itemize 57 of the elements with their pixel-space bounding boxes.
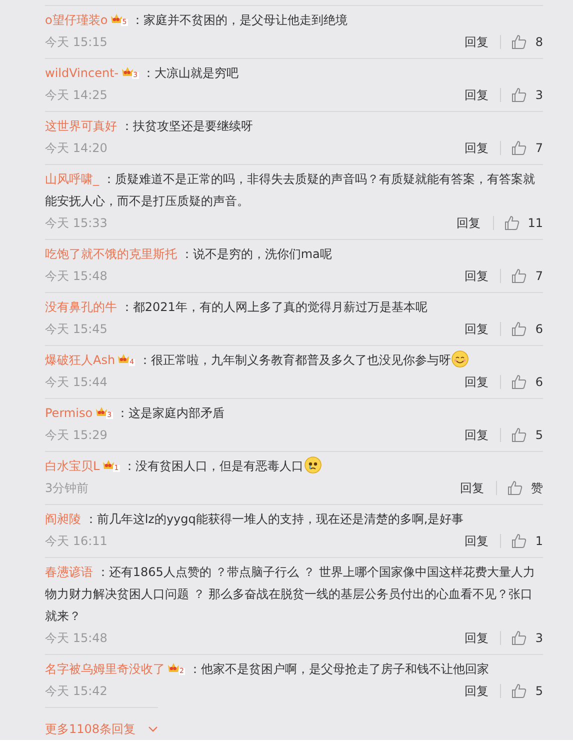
comment-time: 今天 15:48 — [45, 630, 108, 647]
comment-text: 没有鼻孔的牛 ：都2021年，有的人网上多了真的觉得月薪过万是基本呢 — [45, 299, 428, 316]
comment-text: 这世界可真好 ：扶贫攻坚还是要继续呀 — [45, 118, 254, 135]
like-button[interactable]: 1 — [511, 530, 543, 552]
like-button[interactable]: 赞 — [507, 477, 543, 499]
comment-time: 今天 15:45 — [45, 321, 108, 338]
like-button[interactable]: 3 — [511, 84, 543, 106]
comment-time: 3分钟前 — [45, 480, 89, 497]
thumbs-up-icon — [511, 374, 528, 390]
thumbs-up-icon — [504, 215, 520, 231]
comment-time: 今天 15:44 — [45, 374, 108, 391]
reply-link[interactable]: 回复 — [464, 530, 488, 552]
thumbs-up-icon — [511, 533, 528, 549]
comment-text: 阎昶陵 ：前几年这lz的yygq能获得一堆人的支持，现在还是清楚的多啊,是好事 — [45, 511, 465, 528]
comment-text: 吃饱了就不饿的克里斯托 ：说不是穷的，洗你们ma呢 — [45, 246, 333, 263]
like-button[interactable]: 11 — [504, 212, 543, 234]
like-button[interactable]: 7 — [511, 137, 543, 159]
sad-emoji-icon — [304, 456, 322, 474]
like-button[interactable]: 3 — [511, 627, 543, 649]
reply-link[interactable]: 回复 — [464, 31, 488, 53]
comment-time: 今天 15:42 — [45, 683, 108, 700]
like-button[interactable]: 5 — [511, 424, 543, 446]
thumbs-up-icon — [511, 683, 528, 699]
reply-link[interactable]: 回复 — [464, 265, 488, 287]
reply-link[interactable]: 回复 — [464, 680, 488, 702]
comment-time: 今天 14:25 — [45, 87, 108, 104]
thumbs-up-icon — [511, 321, 528, 337]
comment-time: 今天 15:48 — [45, 268, 108, 285]
like-button[interactable]: 6 — [511, 371, 543, 393]
comment-time: 今天 14:20 — [45, 140, 108, 157]
comment-time: 今天 15:33 — [45, 215, 108, 232]
reply-link[interactable]: 回复 — [464, 84, 488, 106]
comment-time: 今天 15:15 — [45, 34, 108, 51]
comment-time: 今天 16:11 — [45, 533, 108, 550]
chevron-down-icon — [148, 725, 158, 733]
comment-time: 今天 15:29 — [45, 427, 108, 444]
thumbs-up-icon — [511, 630, 528, 646]
reply-link[interactable]: 回复 — [460, 477, 484, 499]
thumbs-up-icon — [511, 427, 528, 443]
like-button[interactable]: 8 — [511, 31, 543, 53]
reply-link[interactable]: 回复 — [464, 137, 488, 159]
like-button[interactable]: 5 — [511, 680, 543, 702]
like-button[interactable]: 7 — [511, 265, 543, 287]
reply-link[interactable]: 回复 — [456, 212, 481, 234]
like-button[interactable]: 6 — [511, 318, 543, 340]
thumbs-up-icon — [511, 140, 528, 156]
thumbs-up-icon — [511, 268, 528, 284]
reply-link[interactable]: 回复 — [464, 371, 488, 393]
thumbs-up-icon — [511, 87, 528, 103]
reply-link[interactable]: 回复 — [464, 318, 488, 340]
thumbs-up-icon — [507, 480, 523, 496]
reply-link[interactable]: 回复 — [464, 424, 488, 446]
thumbs-up-icon — [511, 34, 528, 50]
comment-text: 山风呼啸_ ：质疑难道不是正常的吗，非得失去质疑的声音吗？有质疑就能有答案，有答案就能安抚人心，而不是打压质疑的声音。 — [45, 171, 536, 210]
smiley-emoji-icon — [450, 350, 469, 368]
comment-text: 春懑谚语 ：还有1865人点赞的 ？带点脑子行么 ？ 世界上哪个国家像中国这样花费大量人力物力财力解决贫困人口问题 ？ 那么多奋战在脱贫一线的基层公务员付出的心血看不见？张口就来？ — [45, 564, 536, 625]
reply-link[interactable]: 回复 — [464, 627, 488, 649]
